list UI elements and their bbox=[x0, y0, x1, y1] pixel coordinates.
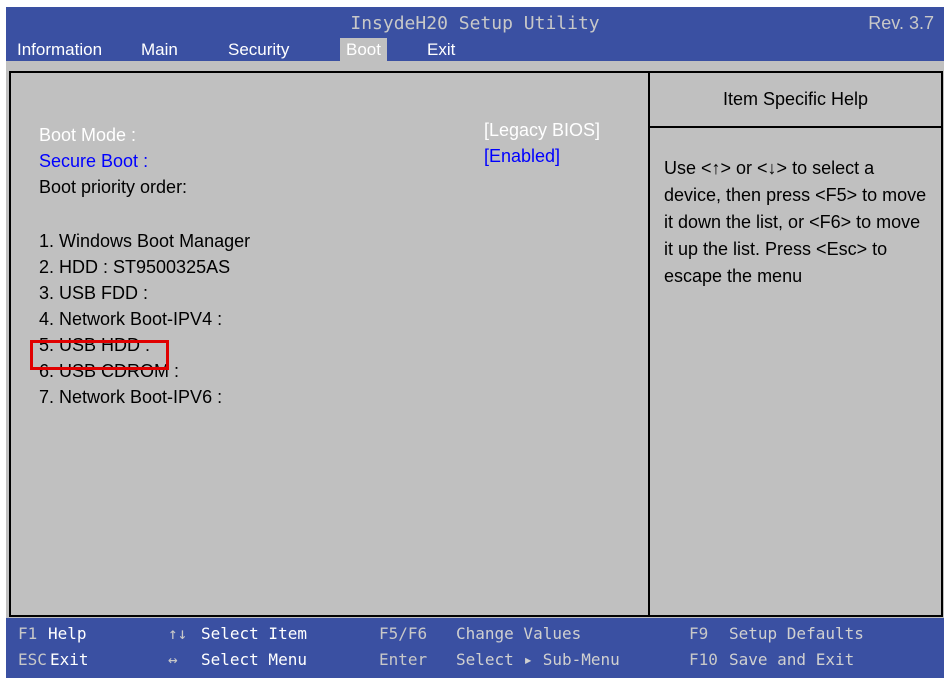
revision-label: Rev. 3.7 bbox=[868, 13, 934, 33]
tab-main[interactable]: Main bbox=[141, 38, 178, 61]
app-title: InsydeH20 Setup Utility bbox=[350, 13, 600, 34]
menu-bar: Information Main Security Boot Exit bbox=[6, 38, 944, 61]
tab-information[interactable]: Information bbox=[17, 38, 102, 61]
key-legend-bar: F1 Help ESC Exit ↑↓ Select Item ↔ Select… bbox=[6, 618, 944, 678]
secure-boot-value[interactable]: [Enabled] bbox=[484, 146, 560, 167]
f1-key: F1 bbox=[18, 624, 38, 643]
help-pane: Item Specific Help Use <↑> or <↓> to sel… bbox=[650, 73, 941, 615]
f1-desc: Help bbox=[48, 624, 87, 643]
tab-boot[interactable]: Boot bbox=[340, 38, 387, 61]
boot-priority-heading: Boot priority order: bbox=[39, 177, 188, 197]
boot-item-1[interactable]: 1. Windows Boot Manager bbox=[39, 231, 250, 252]
boot-mode-label[interactable]: Boot Mode : bbox=[39, 125, 136, 146]
boot-item-4[interactable]: 4. Network Boot-IPV4 : bbox=[39, 309, 222, 330]
enter-key: Enter bbox=[379, 650, 428, 669]
title-bar: InsydeH20 Setup Utility Rev. 3.7 Informa… bbox=[6, 7, 944, 61]
usb-hdd-highlight-box bbox=[30, 340, 169, 370]
f10-key: F10 bbox=[689, 650, 718, 669]
setup-defaults-desc: Setup Defaults bbox=[729, 624, 864, 643]
f9-key: F9 bbox=[689, 624, 709, 643]
help-title: Item Specific Help bbox=[722, 89, 869, 109]
left-right-arrows-icon: ↔ bbox=[168, 650, 178, 669]
boot-mode-value[interactable]: [Legacy BIOS] bbox=[484, 120, 600, 141]
select-item-desc: Select Item bbox=[201, 624, 307, 643]
save-exit-desc: Save and Exit bbox=[729, 650, 855, 669]
secure-boot-label[interactable]: Secure Boot : bbox=[39, 151, 148, 172]
help-text: Use <↑> or <↓> to select a device, then … bbox=[664, 158, 927, 286]
change-values-desc: Change Values bbox=[456, 624, 582, 643]
sub-menu-desc: Select ▸ Sub-Menu bbox=[456, 650, 620, 669]
boot-item-7[interactable]: 7. Network Boot-IPV6 : bbox=[39, 387, 222, 408]
esc-key: ESC bbox=[18, 650, 47, 669]
boot-item-2[interactable]: 2. HDD : ST9500325AS bbox=[39, 257, 230, 278]
bios-screen: InsydeH20 Setup Utility Rev. 3.7 Informa… bbox=[6, 7, 944, 678]
f5-f6-key: F5/F6 bbox=[379, 624, 428, 643]
select-menu-desc: Select Menu bbox=[201, 650, 307, 669]
tab-security[interactable]: Security bbox=[228, 38, 289, 61]
boot-item-3[interactable]: 3. USB FDD : bbox=[39, 283, 148, 304]
help-divider bbox=[650, 126, 941, 128]
tab-exit[interactable]: Exit bbox=[427, 38, 455, 61]
up-down-arrows-icon: ↑↓ bbox=[168, 624, 188, 643]
esc-desc: Exit bbox=[50, 650, 89, 669]
